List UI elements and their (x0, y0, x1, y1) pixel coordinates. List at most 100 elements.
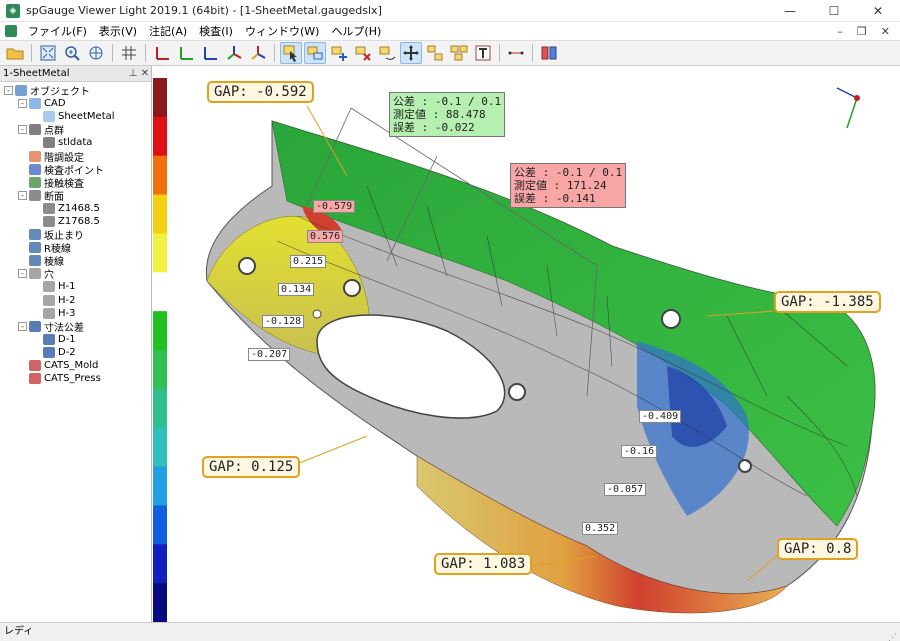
collapse-toggle-icon[interactable]: - (18, 321, 27, 331)
scale-swatch (153, 427, 167, 468)
fit-view-button[interactable] (37, 42, 59, 64)
object-tree-panel: 1-SheetMetal ⊥ ✕ - オブジェクト - CAD SheetMetal - 点… (0, 66, 152, 622)
scale-swatch (153, 78, 167, 118)
tree-item[interactable]: - 断面 (0, 189, 151, 203)
axis-xyz-button[interactable] (223, 42, 245, 64)
open-folder-button[interactable] (4, 42, 26, 64)
menu-window[interactable]: ウィンドウ(W) (239, 23, 325, 39)
value-label-n0128[interactable]: -0.128 (262, 315, 305, 328)
tolerance-box-ok[interactable]: 公差 : -0.1 / 0.1 測定値 : 88.478 誤差 : -0.022 (389, 92, 506, 137)
value-label-n0579[interactable]: -0.579 (313, 200, 356, 213)
gap-label-bottom-right[interactable]: GAP: 0.8 (777, 538, 859, 560)
compare-button[interactable] (538, 42, 560, 64)
select-button[interactable] (280, 42, 302, 64)
dimension-icon (508, 51, 524, 55)
move-button[interactable] (400, 42, 422, 64)
gap-label-top-left[interactable]: GAP: -0.592 (207, 81, 314, 103)
tree-item[interactable]: D-1 (0, 333, 151, 346)
tree-item[interactable]: 坂止まり (0, 228, 151, 242)
tree-item[interactable]: - オブジェクト (0, 84, 151, 98)
zoom-in-button[interactable] (61, 42, 83, 64)
value-label-0134[interactable]: 0.134 (278, 283, 315, 296)
3d-viewport[interactable]: GAP: -0.592 GAP: -1.385 GAP: 0.125 GAP: … (167, 66, 900, 622)
tree-item-label: 寸法公差 (44, 322, 84, 334)
axis-x-button[interactable] (151, 42, 173, 64)
resize-grip-icon[interactable]: ⋰ (888, 629, 898, 641)
value-label-n0409[interactable]: -0.409 (639, 410, 682, 423)
axis-z-button[interactable] (199, 42, 221, 64)
value-label-n016[interactable]: -0.16 (621, 445, 658, 458)
hole-h2 (343, 279, 361, 297)
tree-item-label: H-3 (58, 307, 76, 319)
dimension-icon (29, 320, 41, 332)
edge-icon (29, 242, 41, 254)
collapse-toggle-icon[interactable]: - (18, 269, 27, 279)
add-point-button[interactable] (328, 42, 350, 64)
tree-item[interactable]: -穴 (0, 267, 151, 281)
menu-inspect[interactable]: 検査(I) (193, 23, 239, 39)
document-icon[interactable] (5, 25, 17, 37)
tolerance-box-ng[interactable]: 公差 : -0.1 / 0.1 測定値 : 171.24 誤差 : -0.141 (510, 163, 627, 208)
pointcloud-icon (29, 124, 41, 136)
tree-item[interactable]: H-1 (0, 280, 151, 293)
axis-y-button[interactable] (175, 42, 197, 64)
tree-item[interactable]: CATS_Press (0, 372, 151, 385)
gap-label-left[interactable]: GAP: 0.125 (202, 456, 301, 478)
dimension-icon (43, 346, 55, 358)
maximize-button[interactable]: ☐ (812, 0, 856, 22)
tree-item[interactable]: SheetMetal (0, 110, 151, 123)
menu-view[interactable]: 表示(V) (93, 23, 143, 39)
tree-item-label: CATS_Mold (44, 360, 99, 372)
section-line-button[interactable] (376, 42, 398, 64)
axis-x-icon (156, 47, 169, 60)
panel-close-icon[interactable]: ✕ (139, 68, 151, 79)
tree-item[interactable]: H-2 (0, 294, 151, 307)
text-annotation-button[interactable] (472, 42, 494, 64)
value-label-n0057[interactable]: -0.057 (604, 483, 647, 496)
collapse-toggle-icon[interactable]: - (18, 99, 27, 109)
value-label-0576[interactable]: 0.576 (307, 230, 344, 243)
value-label-n0207[interactable]: -0.207 (248, 348, 291, 361)
tree-item[interactable]: 接触検査 (0, 176, 151, 190)
gap-label-bottom[interactable]: GAP: 1.083 (434, 553, 533, 575)
menu-help[interactable]: ヘルプ(H) (325, 23, 387, 39)
mdi-minimize-button[interactable]: – (837, 25, 843, 38)
tree-item[interactable]: CATS_Mold (0, 359, 151, 372)
tree-item[interactable]: - 点群 (0, 123, 151, 137)
pan-button[interactable] (85, 42, 107, 64)
tree-item[interactable]: Z1768.5 (0, 215, 151, 228)
compare-icon (541, 46, 557, 60)
gap-label-right[interactable]: GAP: -1.385 (774, 291, 881, 313)
tree-item[interactable]: H-3 (0, 307, 151, 320)
menu-annotation[interactable]: 注記(A) (143, 23, 193, 39)
tree-item[interactable]: 検査ポイント (0, 163, 151, 177)
value-label-0352[interactable]: 0.352 (582, 522, 619, 535)
axis-rotate-button[interactable] (247, 42, 269, 64)
layout-b-button[interactable] (448, 42, 470, 64)
layout-a-button[interactable] (424, 42, 446, 64)
collapse-toggle-icon[interactable]: - (18, 125, 27, 135)
tree-item[interactable]: R稜線 (0, 241, 151, 255)
tree-item[interactable]: - CAD (0, 97, 151, 110)
grid-button[interactable] (118, 42, 140, 64)
mdi-close-button[interactable]: ✕ (881, 25, 890, 38)
tree-item[interactable]: stldata (0, 136, 151, 149)
deviation-color-scale (153, 78, 167, 622)
value-label-0215[interactable]: 0.215 (290, 255, 327, 268)
tree-item[interactable]: 階調設定 (0, 149, 151, 164)
menu-file[interactable]: ファイル(F) (22, 23, 93, 39)
dimension-button[interactable] (505, 42, 527, 64)
select-rect-button[interactable] (304, 42, 326, 64)
tree-item[interactable]: D-2 (0, 346, 151, 359)
tree-item[interactable]: Z1468.5 (0, 202, 151, 215)
minimize-button[interactable]: — (768, 0, 812, 22)
mdi-restore-button[interactable]: ❐ (857, 25, 867, 38)
collapse-toggle-icon[interactable]: - (4, 86, 13, 96)
pointcloud-icon (43, 137, 55, 149)
delete-button[interactable] (352, 42, 374, 64)
tree-item[interactable]: 稜線 (0, 254, 151, 268)
tree-item[interactable]: - 寸法公差 (0, 320, 151, 334)
collapse-toggle-icon[interactable]: - (18, 190, 27, 200)
close-button[interactable]: ✕ (856, 0, 900, 22)
pin-icon[interactable]: ⊥ (127, 68, 139, 79)
